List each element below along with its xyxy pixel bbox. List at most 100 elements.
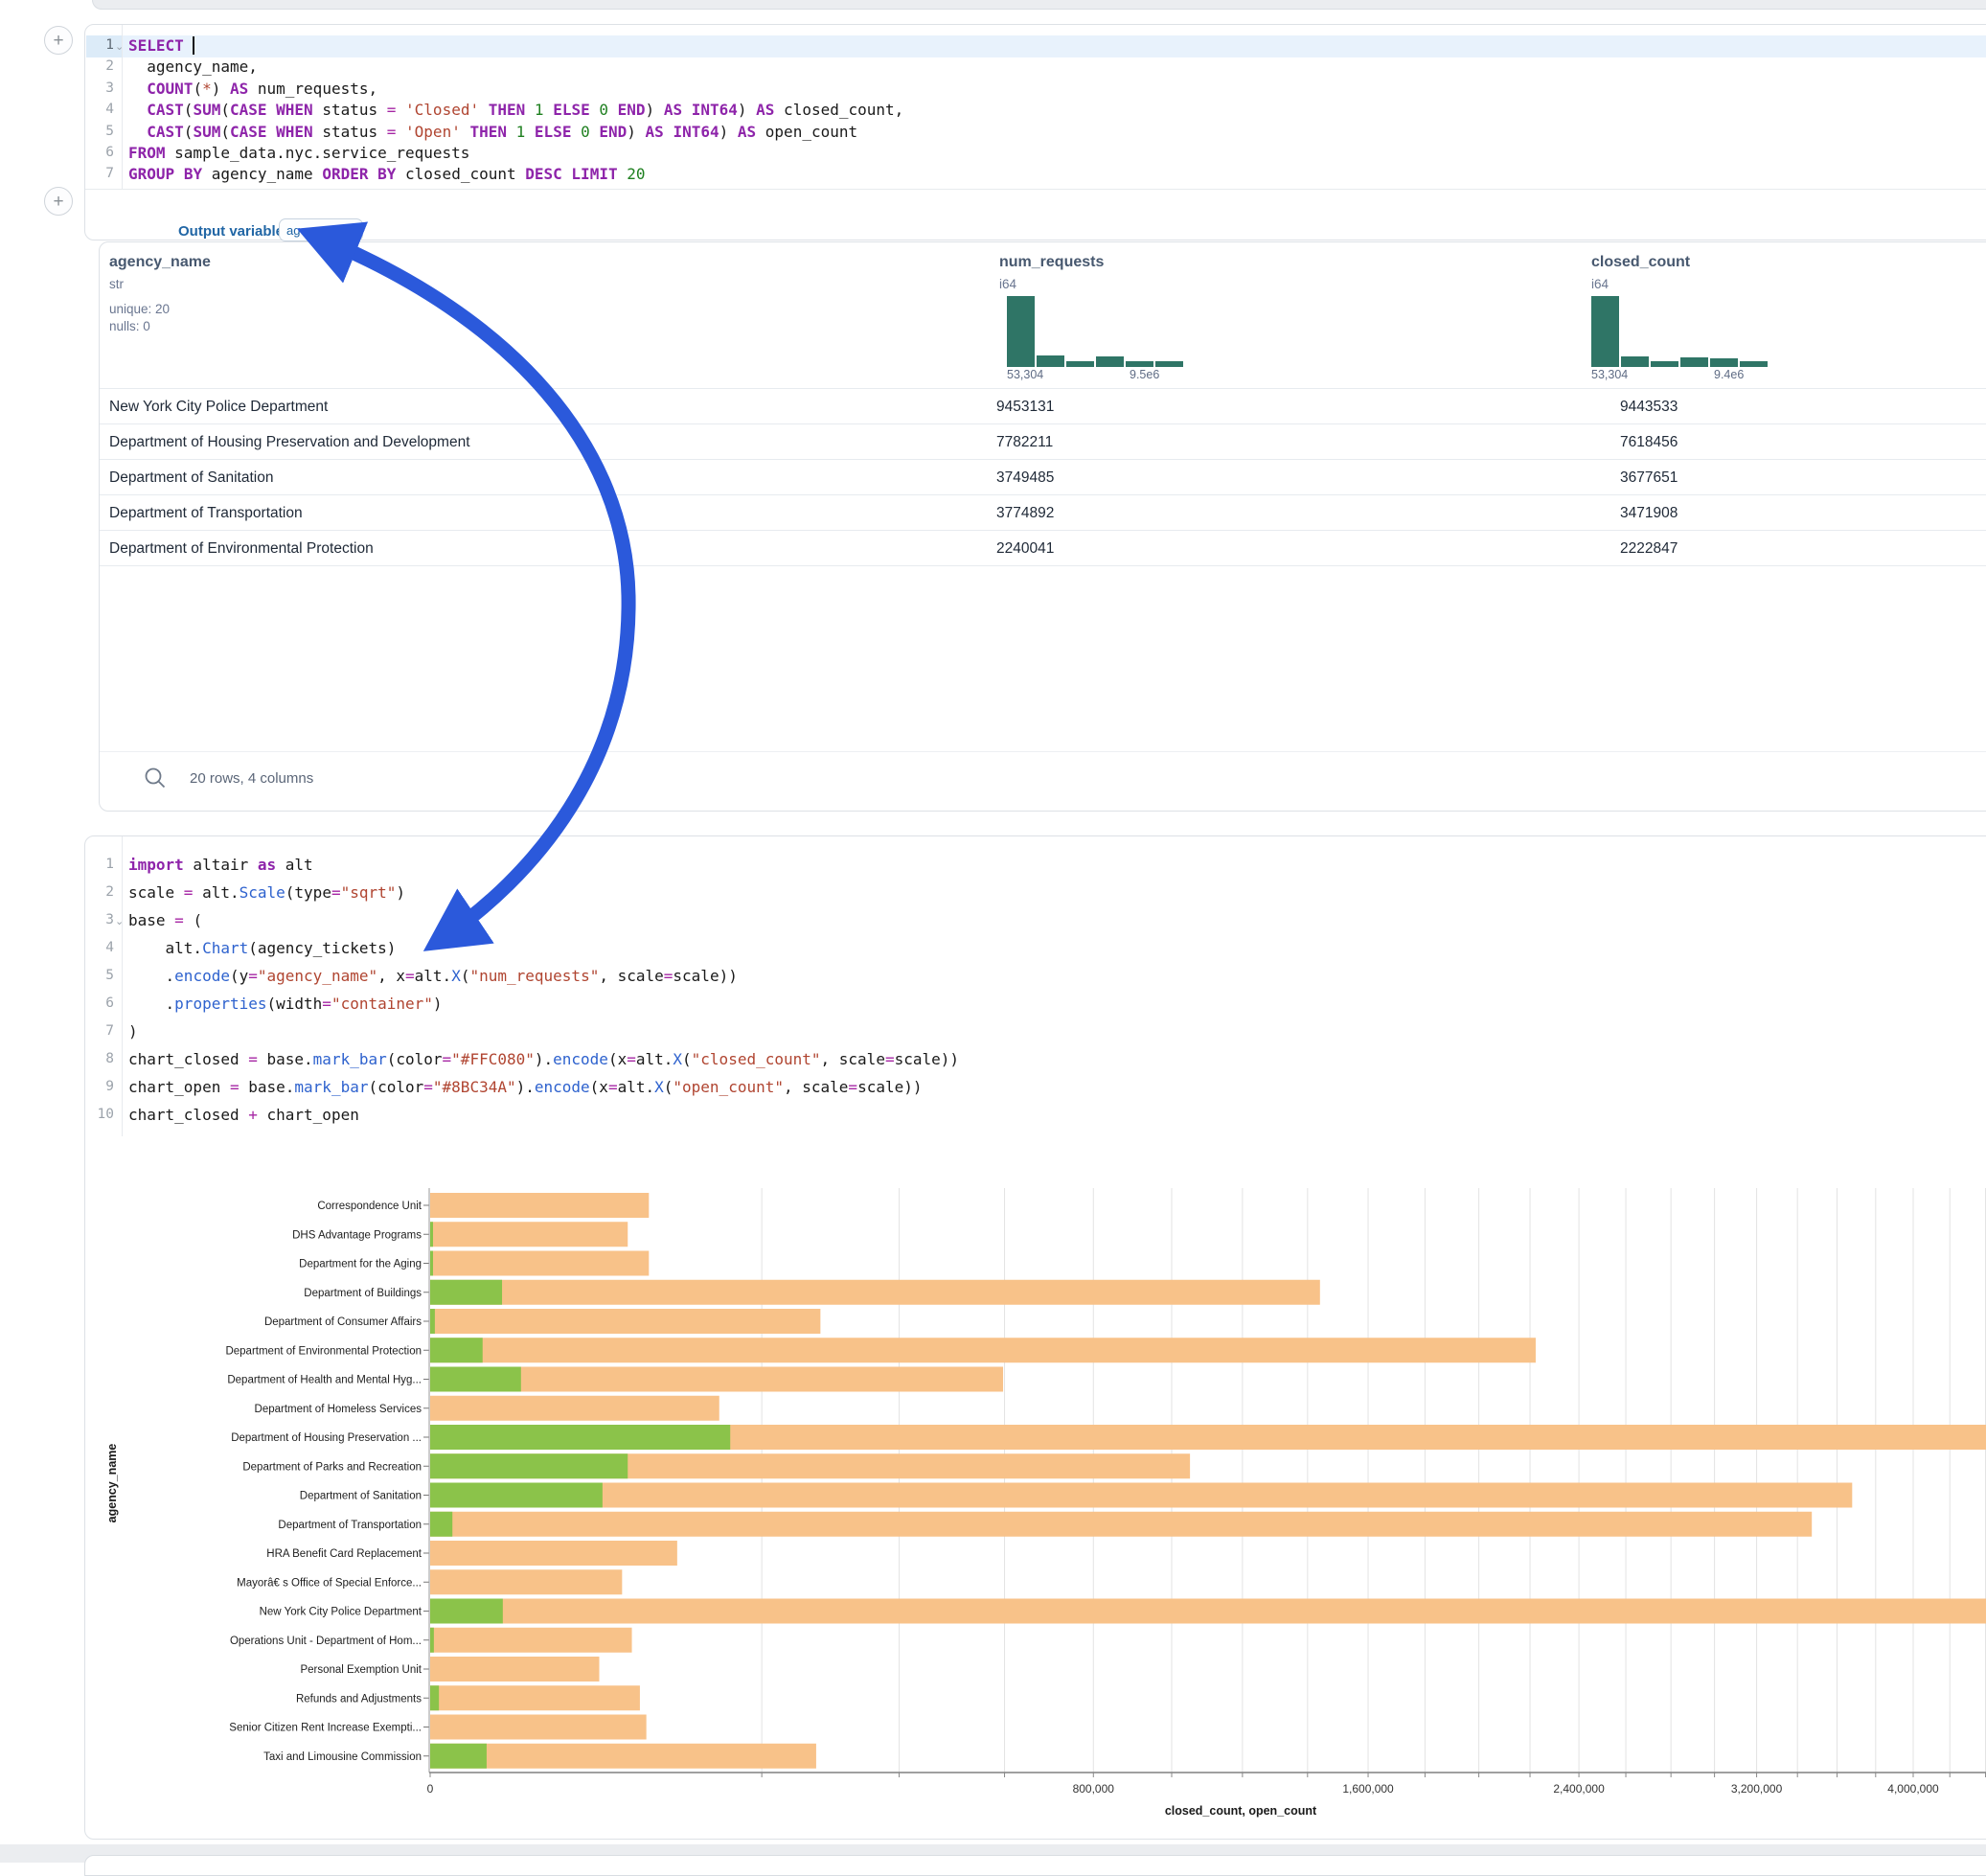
bar-closed: [430, 1569, 622, 1594]
code-line: ): [128, 1022, 138, 1041]
table-row[interactable]: Department of Transportation 3774892 347…: [100, 494, 1986, 531]
line-number: 9: [85, 1079, 114, 1094]
y-tick-label: Department for the Aging: [299, 1259, 422, 1270]
bar-closed: [430, 1280, 1320, 1305]
search-icon[interactable]: [143, 766, 168, 795]
text-cursor: [193, 36, 194, 55]
line-number: 3: [85, 912, 114, 927]
y-tick-label: Correspondence Unit: [317, 1201, 422, 1212]
add-cell-button-middle[interactable]: +: [44, 187, 73, 216]
bar-closed: [430, 1541, 677, 1566]
table-bottom-border: [100, 565, 1986, 566]
add-cell-button-top[interactable]: +: [44, 26, 73, 55]
bar-open: [430, 1599, 503, 1624]
bar-closed: [430, 1628, 632, 1653]
table-preview-card: agency_name str unique: 20 nulls: 0 num_…: [99, 241, 1986, 812]
bar-open: [430, 1453, 628, 1478]
code-line: scale = alt.Scale(type="sqrt"): [128, 883, 405, 902]
histogram-bar: [1066, 361, 1094, 367]
table-row[interactable]: Department of Environmental Protection 2…: [100, 530, 1986, 566]
y-tick-label: Refunds and Adjustments: [296, 1693, 422, 1704]
cell-closed-count: 2222847: [1620, 531, 1678, 566]
code-line: base = (: [128, 911, 202, 929]
y-tick-label: Department of Consumer Affairs: [264, 1316, 422, 1328]
table-row[interactable]: Department of Sanitation 3749485 3677651: [100, 459, 1986, 495]
column-dtype-num-requests: i64: [999, 277, 1016, 291]
output-variable-pill[interactable]: agency_tickets: [279, 218, 363, 241]
bar-closed: [430, 1483, 1852, 1508]
fold-chevron-icon[interactable]: ⌄: [115, 915, 124, 927]
cell-agency-name: Department of Environmental Protection: [109, 531, 374, 566]
cell-num-requests: 9453131: [996, 389, 1054, 424]
bar-closed: [430, 1396, 719, 1421]
line-number: 7: [85, 1023, 114, 1039]
code-line: agency_name,: [128, 57, 258, 76]
column-meta-unique: unique: 20: [109, 302, 170, 316]
y-tick-label: DHS Advantage Programs: [292, 1229, 422, 1241]
histogram-bar: [1037, 355, 1064, 367]
column-header-closed-count: closed_count: [1591, 254, 1690, 271]
gutter-divider: [122, 836, 123, 1136]
histogram-closed-count: [1591, 292, 1769, 372]
bar-closed: [430, 1512, 1812, 1537]
altair-bar-chart: Correspondence Unit DHS Advantage Program…: [0, 1178, 1986, 1849]
bar-open: [430, 1628, 434, 1653]
line-number: 8: [85, 1051, 114, 1066]
bar-closed: [430, 1338, 1536, 1362]
line-number: 6: [85, 145, 114, 160]
histogram-bar: [1651, 361, 1678, 367]
line-number: 3: [85, 80, 114, 96]
histogram-bar: [1591, 296, 1619, 367]
histogram-bar: [1680, 357, 1708, 367]
line-number: 4: [85, 102, 114, 117]
y-tick-label: HRA Benefit Card Replacement: [266, 1548, 422, 1560]
histogram-max-label: 9.5e6: [1130, 368, 1159, 381]
code-line: COUNT(*) AS num_requests,: [128, 80, 377, 98]
y-tick-label: Mayorâ€ s Office of Special Enforce...: [237, 1577, 422, 1589]
code-line: import altair as alt: [128, 856, 313, 874]
bar-open: [430, 1685, 439, 1710]
line-number: 2: [85, 884, 114, 900]
cell-closed-count: 3677651: [1620, 460, 1678, 495]
bar-open: [430, 1483, 603, 1508]
line-number: 2: [85, 58, 114, 74]
cell-agency-name: Department of Transportation: [109, 495, 303, 531]
y-tick-label: Department of Buildings: [304, 1288, 422, 1299]
cell-num-requests: 3774892: [996, 495, 1054, 531]
x-tick-label: 0: [427, 1782, 434, 1796]
table-row[interactable]: Department of Housing Preservation and D…: [100, 423, 1986, 460]
fold-chevron-icon[interactable]: ⌄: [115, 40, 124, 53]
cell-closed-count: 7618456: [1620, 424, 1678, 460]
bar-closed: [430, 1599, 1986, 1624]
bar-closed: [430, 1309, 820, 1334]
bar-open: [430, 1367, 521, 1392]
sql-code-cell[interactable]: 1⌄234567 SELECT agency_name, COUNT(*) AS…: [84, 24, 1986, 240]
table-row[interactable]: New York City Police Department 9453131 …: [100, 388, 1986, 424]
code-line: chart_closed + chart_open: [128, 1106, 359, 1124]
cell-agency-name: New York City Police Department: [109, 389, 328, 424]
active-line-highlight: [123, 35, 1986, 57]
line-number: 5: [85, 124, 114, 139]
bar-open: [430, 1280, 502, 1305]
histogram-bar: [1621, 356, 1649, 367]
code-line: chart_closed = base.mark_bar(color="#FFC…: [128, 1050, 959, 1068]
cell-num-requests: 2240041: [996, 531, 1054, 566]
y-tick-label: Department of Homeless Services: [255, 1404, 422, 1415]
line-number: 10: [85, 1107, 114, 1122]
line-number: 7: [85, 166, 114, 181]
bar-closed: [430, 1222, 628, 1247]
cell-agency-name: Department of Housing Preservation and D…: [109, 424, 470, 460]
previous-cell-edge: [92, 0, 1986, 10]
y-tick-label: Operations Unit - Department of Hom...: [230, 1636, 422, 1647]
line-number: 1: [85, 37, 114, 53]
y-tick-label: Department of Housing Preservation ...: [231, 1432, 422, 1444]
column-header-num-requests: num_requests: [999, 254, 1104, 271]
column-meta-nulls: nulls: 0: [109, 319, 150, 333]
histogram-bar: [1096, 356, 1124, 367]
table-row-count: 20 rows, 4 columns: [190, 770, 313, 787]
bar-closed: [430, 1685, 640, 1710]
cell-closed-count: 9443533: [1620, 389, 1678, 424]
code-line: chart_open = base.mark_bar(color="#8BC34…: [128, 1078, 923, 1096]
line-number: 5: [85, 968, 114, 983]
bar-closed: [430, 1715, 647, 1740]
